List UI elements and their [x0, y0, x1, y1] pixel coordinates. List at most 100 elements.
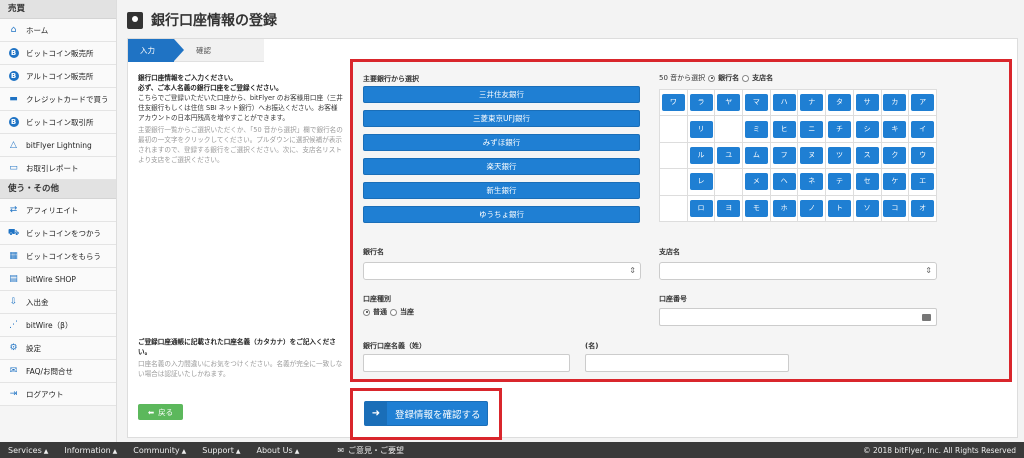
kana-button[interactable]: ノ: [800, 199, 824, 217]
bank-button-shinsei[interactable]: 新生銀行: [363, 182, 640, 199]
kana-button[interactable]: ト: [827, 199, 851, 217]
radio-branch-name[interactable]: [742, 74, 750, 82]
kana-button[interactable]: ユ: [717, 146, 741, 164]
sidebar-item-credit-card[interactable]: ▬ クレジットカードで買う: [0, 88, 116, 111]
kana-button[interactable]: ホ: [772, 199, 796, 217]
bank-button-rakuten[interactable]: 楽天銀行: [363, 158, 640, 175]
sidebar-item-bitwire[interactable]: ⋰ bitWire（β）: [0, 314, 116, 337]
kana-button[interactable]: ケ: [883, 173, 907, 191]
kana-button[interactable]: ワ: [661, 94, 685, 112]
radio-bank-name-label: 銀行名: [718, 74, 740, 82]
sidebar-item-bitwire-shop[interactable]: ▤ bitWire SHOP: [0, 268, 116, 291]
radio-savings[interactable]: [363, 308, 370, 316]
kana-button[interactable]: マ: [744, 94, 768, 112]
bank-name-select[interactable]: [363, 262, 641, 280]
kana-button[interactable]: ア: [911, 94, 935, 112]
kana-button[interactable]: ナ: [800, 94, 824, 112]
kana-cell: ス: [852, 141, 882, 170]
footer-support-label: Support: [202, 445, 234, 455]
sidebar-item-affiliate[interactable]: ⇄ アフィリエイト: [0, 199, 116, 222]
kana-button[interactable]: ヌ: [800, 146, 824, 164]
sidebar-item-home[interactable]: ⌂ ホーム: [0, 19, 116, 42]
holder-first-input[interactable]: [585, 354, 789, 372]
kana-button[interactable]: サ: [855, 94, 879, 112]
kana-button[interactable]: イ: [911, 120, 935, 138]
sidebar-item-label: ログアウト: [26, 389, 64, 399]
kana-button[interactable]: ス: [855, 146, 879, 164]
kana-button[interactable]: ソ: [855, 199, 879, 217]
sidebar-item-bitcoin-shop[interactable]: B ビットコイン販売所: [0, 42, 116, 65]
kana-button[interactable]: キ: [883, 120, 907, 138]
footer-support[interactable]: Support ▲: [202, 446, 240, 455]
kana-button[interactable]: ラ: [689, 94, 713, 112]
footer-feedback[interactable]: ✉ ご意見・ご要望: [337, 445, 404, 456]
sidebar-item-label: FAQ/お問合せ: [26, 366, 74, 376]
logout-icon: ⇥: [9, 388, 18, 399]
kana-button[interactable]: ヤ: [717, 94, 741, 112]
sidebar-item-altcoin-shop[interactable]: B アルトコイン販売所: [0, 65, 116, 88]
confirm-button[interactable]: ➜ 登録情報を確認する: [364, 401, 488, 426]
kana-button[interactable]: ク: [883, 146, 907, 164]
kana-button[interactable]: セ: [855, 173, 879, 191]
kana-cell: マ: [742, 88, 771, 117]
sidebar-item-report[interactable]: ▭ お取引レポート: [0, 157, 116, 180]
keyboard-icon[interactable]: [922, 314, 931, 321]
lightning-icon: △: [10, 139, 17, 150]
kana-button[interactable]: リ: [689, 120, 713, 138]
footer-information[interactable]: Information ▲: [64, 446, 117, 455]
sidebar-item-logout[interactable]: ⇥ ログアウト: [0, 383, 116, 406]
kana-button[interactable]: モ: [744, 199, 768, 217]
kana-button[interactable]: ウ: [911, 146, 935, 164]
kana-button[interactable]: ヒ: [772, 120, 796, 138]
radio-bank-name[interactable]: [708, 74, 716, 82]
sidebar-item-get-bitcoin[interactable]: ▦ ビットコインをもらう: [0, 245, 116, 268]
radio-checking[interactable]: [390, 308, 397, 316]
kana-button[interactable]: ヨ: [717, 199, 741, 217]
holder-last-input[interactable]: [363, 354, 570, 372]
kana-button[interactable]: オ: [911, 199, 935, 217]
sidebar-item-deposit[interactable]: ⇩ 入出金: [0, 291, 116, 314]
kana-button[interactable]: フ: [772, 146, 796, 164]
kana-button[interactable]: ネ: [800, 173, 824, 191]
bank-button-yucho[interactable]: ゆうちょ銀行: [363, 206, 640, 223]
bank-button-smbc[interactable]: 三井住友銀行: [363, 86, 640, 103]
kana-button[interactable]: テ: [827, 173, 851, 191]
kana-button[interactable]: カ: [883, 94, 907, 112]
kana-button[interactable]: ニ: [800, 120, 824, 138]
bank-button-mizuho[interactable]: みずほ銀行: [363, 134, 640, 151]
kana-button[interactable]: ム: [744, 146, 768, 164]
kana-cell: ニ: [797, 115, 827, 143]
sidebar-item-faq[interactable]: ✉ FAQ/お問合せ: [0, 360, 116, 383]
bank-button-mufg[interactable]: 三菱東京UFJ銀行: [363, 110, 640, 127]
kana-button[interactable]: タ: [827, 94, 851, 112]
account-number-input[interactable]: [659, 308, 937, 326]
sidebar-item-use-bitcoin[interactable]: ⛟ ビットコインをつかう: [0, 222, 116, 245]
kana-button[interactable]: コ: [883, 199, 907, 217]
footer-services[interactable]: Services ▲: [8, 446, 48, 455]
account-type-options: 普通 当座: [363, 307, 414, 317]
kana-button[interactable]: ヘ: [772, 173, 796, 191]
kana-button[interactable]: チ: [827, 120, 851, 138]
branch-name-select[interactable]: [659, 262, 937, 280]
footer-community[interactable]: Community ▲: [133, 446, 186, 455]
kana-button[interactable]: ル: [689, 146, 713, 164]
sidebar-item-exchange[interactable]: B ビットコイン取引所: [0, 111, 116, 134]
kana-cell: ク: [880, 141, 910, 170]
kana-button[interactable]: ミ: [744, 120, 768, 138]
kana-button[interactable]: ロ: [689, 199, 713, 217]
back-button[interactable]: ⬅ 戻る: [138, 404, 183, 420]
kana-button[interactable]: シ: [855, 120, 879, 138]
kana-button[interactable]: エ: [911, 173, 935, 191]
branch-name-label: 支店名: [659, 248, 680, 256]
kana-button[interactable]: メ: [744, 173, 768, 191]
kana-button[interactable]: ツ: [827, 146, 851, 164]
form-card: 入力 確認 銀行口座情報をご入力ください。 必ず、ご本人名義の銀行口座をご登録く…: [127, 38, 1018, 440]
kana-cell: ソ: [852, 194, 882, 222]
sidebar-item-label: 入出金: [26, 297, 49, 307]
footer-about[interactable]: About Us ▲: [256, 446, 299, 455]
sidebar-item-settings[interactable]: ⚙ 設定: [0, 337, 116, 360]
sidebar-item-lightning[interactable]: △ bitFlyer Lightning: [0, 134, 116, 157]
kana-button[interactable]: ハ: [772, 94, 796, 112]
kana-button[interactable]: レ: [689, 173, 713, 191]
home-icon: ⌂: [10, 24, 17, 35]
